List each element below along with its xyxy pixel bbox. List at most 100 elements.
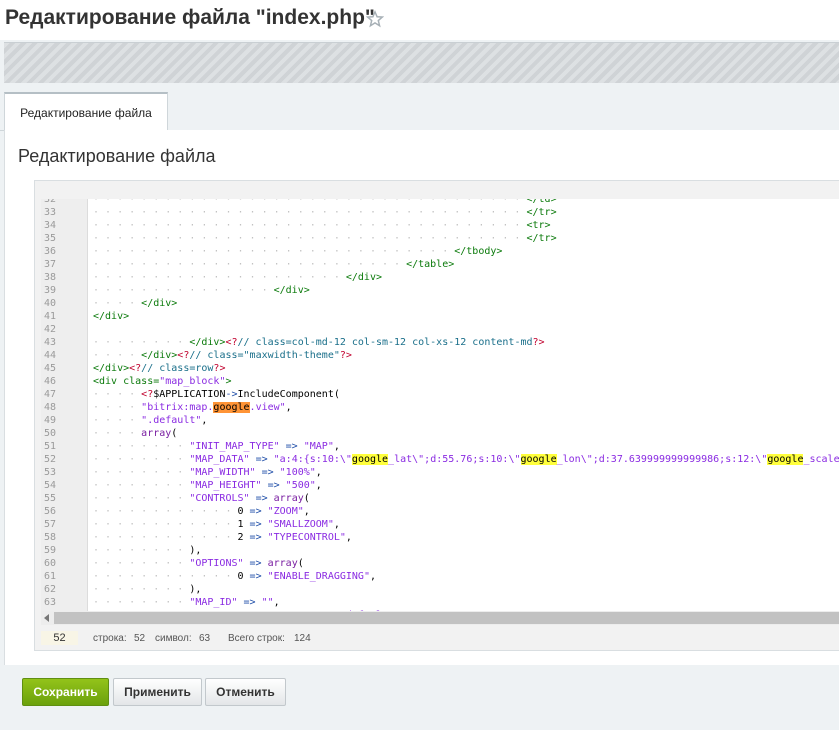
- code-line[interactable]: 59 · · · · · · · · ),: [41, 544, 839, 557]
- code-token: "MAP_WIDTH": [189, 467, 256, 478]
- line-number: 46: [43, 376, 56, 387]
- code-token: </td>: [526, 199, 557, 205]
- code-line[interactable]: 41 </div>: [41, 310, 839, 323]
- code-line[interactable]: 34 · · · · · · · · · · · · · · · · · · · …: [41, 219, 839, 232]
- code-line[interactable]: 42: [41, 323, 839, 336]
- line-code: · · · · "bitrix:map.google.view",: [93, 401, 292, 414]
- line-code: · · · · · · · · ),: [93, 583, 201, 596]
- star-icon[interactable]: [366, 10, 384, 28]
- line-number: 40: [43, 298, 56, 309]
- code-line[interactable]: 48 · · · · "bitrix:map.google.view",: [41, 401, 839, 414]
- line-number: 47: [43, 389, 56, 400]
- code-token: <tr>: [526, 220, 551, 231]
- whitespace-marker: · · · · · · · ·: [93, 337, 190, 348]
- code-line[interactable]: 49 · · · · ".default",: [41, 414, 839, 427]
- code-line[interactable]: 33 · · · · · · · · · · · · · · · · · · · …: [41, 206, 839, 219]
- code-token: ,: [345, 532, 352, 543]
- code-line[interactable]: 54 · · · · · · · · "MAP_HEIGHT" => "500",: [41, 479, 839, 492]
- save-button[interactable]: Сохранить: [22, 678, 109, 706]
- code-token: ?>: [213, 363, 226, 374]
- line-code: · · · · · · · · "CONTROLS" => array(: [93, 492, 310, 505]
- code-token: </div>: [273, 285, 310, 296]
- line-number: 35: [43, 233, 56, 244]
- scrollbar-thumb[interactable]: [54, 612, 839, 624]
- code-line[interactable]: 37 · · · · · · · · · · · · · · · · · · · …: [41, 258, 839, 271]
- code-line[interactable]: 38 · · · · · · · · · · · · · · · · · · · …: [41, 271, 839, 284]
- code-token: </tr>: [526, 207, 557, 218]
- code-token: =>: [261, 480, 286, 491]
- char-value: 63: [199, 633, 211, 644]
- code-token: ,: [201, 415, 208, 426]
- line-code: · · · · · · · · · · · · · · · · · · · · …: [93, 245, 502, 258]
- whitespace-marker: · · · · · · · · · · · · · · · · · · · · …: [93, 272, 346, 283]
- apply-button[interactable]: Применить: [113, 678, 202, 706]
- code-line[interactable]: 45 </div><?// class=row?>: [41, 362, 839, 375]
- code-line[interactable]: 61 · · · · · · · · · · · · 0 => "ENABLE_D…: [41, 570, 839, 583]
- code-token: // class="maxwidth-theme": [189, 350, 340, 361]
- code-line[interactable]: 63 · · · · · · · · "MAP_ID" => "",: [41, 596, 839, 609]
- code-line[interactable]: 58 · · · · · · · · · · · · 2 => "TYPECONT…: [41, 531, 839, 544]
- line-code: · · · · · · · · · · · · · · · · · · · · …: [93, 219, 551, 232]
- tab-edit-file[interactable]: Редактирование файла: [4, 92, 168, 132]
- whitespace-marker: · · · · · · · ·: [93, 558, 190, 569]
- code-token: "MAP_ID": [189, 597, 238, 608]
- code-token: =>: [255, 467, 280, 478]
- line-code: · · · · ".default",: [93, 414, 207, 427]
- code-line[interactable]: 55 · · · · · · · · "CONTROLS" => array(: [41, 492, 839, 505]
- code-line[interactable]: 47 · · · · <?$APPLICATION->IncludeCompone…: [41, 388, 839, 401]
- line-number: 57: [43, 519, 56, 530]
- line-code: · · · · · · · · · · · · · · · · · · · · …: [93, 232, 557, 245]
- line-code: · · · · </div>: [93, 297, 177, 310]
- line-code: <div class="map_block">: [93, 375, 232, 388]
- code-line[interactable]: 39 · · · · · · · · · · · · · · · </div>: [41, 284, 839, 297]
- code-token: array: [267, 558, 298, 569]
- whitespace-marker: · · · · · · · ·: [93, 454, 190, 465]
- code-token: "CONTROLS": [189, 493, 250, 504]
- whitespace-marker: · · · · · · · · · · · ·: [93, 506, 238, 517]
- code-line[interactable]: 35 · · · · · · · · · · · · · · · · · · · …: [41, 232, 839, 245]
- code-token: </tr>: [526, 233, 557, 244]
- code-line[interactable]: 51 · · · · · · · · "INIT_MAP_TYPE" => "MA…: [41, 440, 839, 453]
- whitespace-marker: · · · · · · · ·: [93, 545, 190, 556]
- code-area[interactable]: 32 · · · · · · · · · · · · · · · · · · · …: [41, 199, 839, 611]
- code-token: ,: [315, 467, 322, 478]
- line-code: · · · · · · · · · · · · · · · · · · · · …: [93, 199, 557, 206]
- code-line[interactable]: 62 · · · · · · · · ),: [41, 583, 839, 596]
- code-token: "map_block": [159, 376, 226, 387]
- code-line[interactable]: 46 <div class="map_block">: [41, 375, 839, 388]
- scroll-left-icon[interactable]: [44, 614, 49, 622]
- current-line-box[interactable]: 52: [41, 631, 78, 645]
- code-token: ?>: [339, 350, 352, 361]
- code-line[interactable]: 40 · · · · </div>: [41, 297, 839, 310]
- code-line[interactable]: 36 · · · · · · · · · · · · · · · · · · · …: [41, 245, 839, 258]
- code-token: ,: [333, 441, 340, 452]
- total-lines-label: Всего строк:: [228, 633, 285, 644]
- line-number: 45: [43, 363, 56, 374]
- code-line[interactable]: 43 · · · · · · · · </div><?// class=col-m…: [41, 336, 839, 349]
- whitespace-marker: · · · ·: [93, 298, 142, 309]
- code-line[interactable]: 60 · · · · · · · · "OPTIONS" => array(: [41, 557, 839, 570]
- line-number: 51: [43, 441, 56, 452]
- code-line[interactable]: 44 · · · · </div><?// class="maxwidth-the…: [41, 349, 839, 362]
- toolbar-band: [4, 42, 839, 83]
- code-token: ,: [285, 402, 292, 413]
- code-token: </div>: [189, 337, 226, 348]
- code-token: <?: [177, 350, 190, 361]
- code-token: _scale\";i:: [803, 454, 839, 465]
- code-token: </div>: [93, 363, 130, 374]
- code-line[interactable]: 56 · · · · · · · · · · · · 0 => "ZOOM",: [41, 505, 839, 518]
- code-line[interactable]: 50 · · · · array(: [41, 427, 839, 440]
- code-token: "100%": [279, 467, 316, 478]
- code-line[interactable]: 52 · · · · · · · · "MAP_DATA" => "a:4:{s:…: [41, 453, 839, 466]
- horizontal-scrollbar[interactable]: [41, 611, 839, 625]
- whitespace-marker: · · · · · · · · · · · · · · · · · · · · …: [93, 199, 527, 205]
- panel-title: Редактирование файла: [18, 146, 216, 166]
- line-code: · · · · · · · · · · · · · · · · · · · · …: [93, 271, 382, 284]
- code-token: array: [141, 428, 172, 439]
- whitespace-marker: · · · · · · · · · · · ·: [93, 519, 238, 530]
- code-line[interactable]: 32 · · · · · · · · · · · · · · · · · · · …: [41, 199, 839, 206]
- code-line[interactable]: 53 · · · · · · · · "MAP_WIDTH" => "100%",: [41, 466, 839, 479]
- code-line[interactable]: 57 · · · · · · · · · · · · 1 => "SMALLZOO…: [41, 518, 839, 531]
- code-token: "ZOOM": [267, 506, 304, 517]
- cancel-button[interactable]: Отменить: [205, 678, 286, 706]
